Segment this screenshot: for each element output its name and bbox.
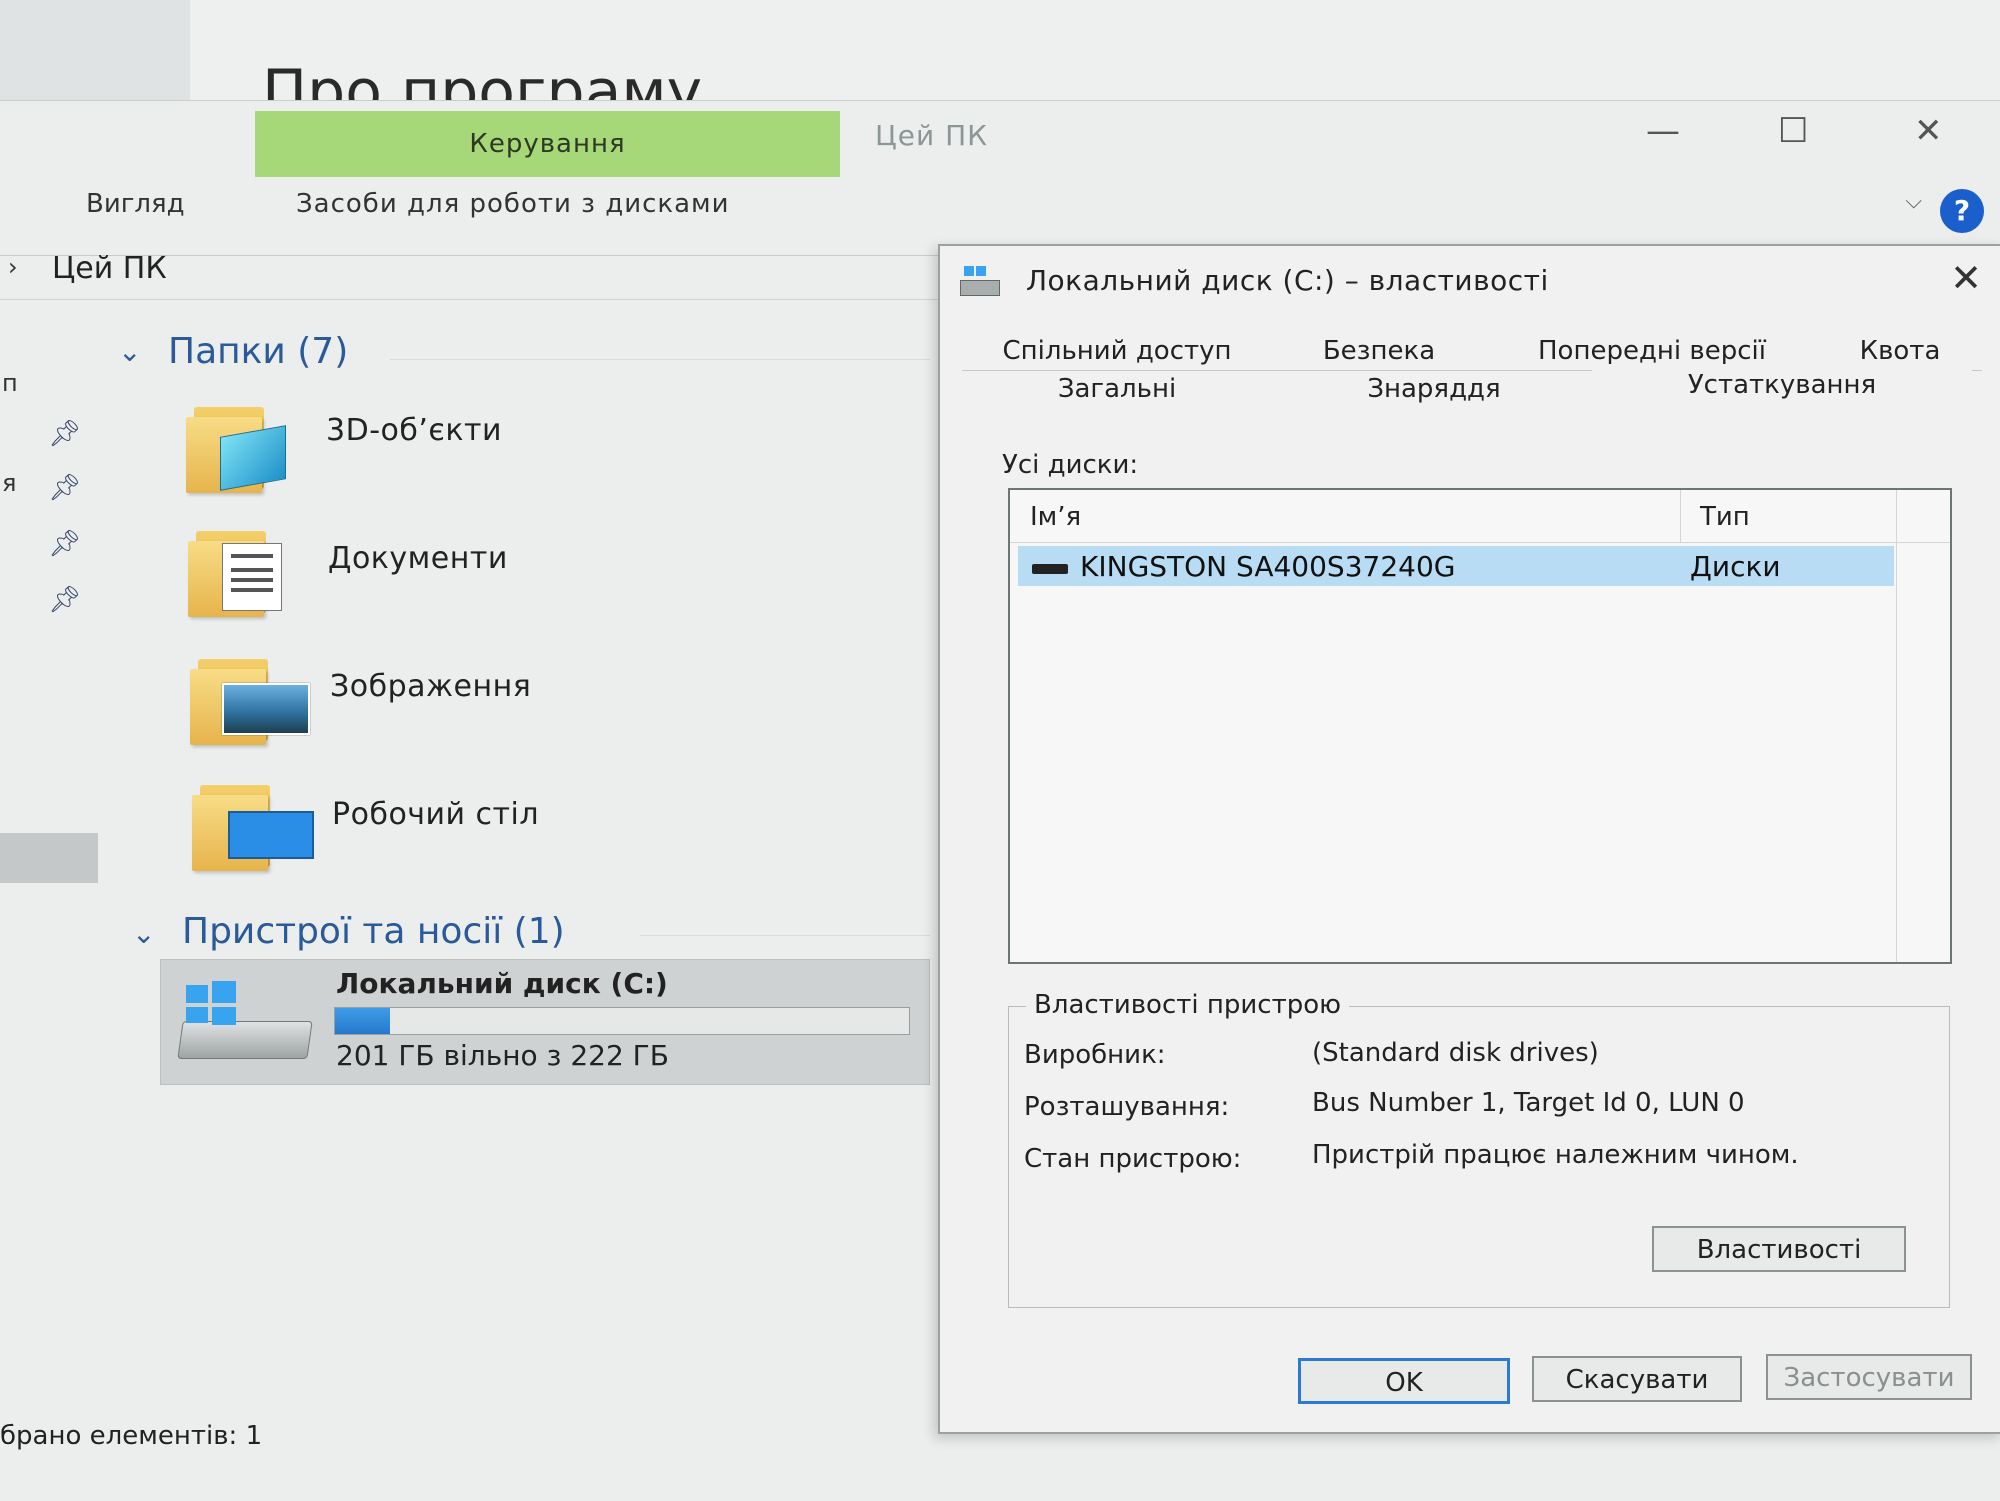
column-divider[interactable] (1896, 490, 1897, 962)
nav-item-fragment[interactable]: я (2, 469, 16, 497)
address-chevron-icon[interactable]: › (8, 253, 18, 281)
folder-label[interactable]: Робочий стіл (332, 797, 539, 832)
manufacturer-value: (Standard disk drives) (1312, 1038, 1599, 1068)
collapse-chevron-icon[interactable]: ⌄ (118, 335, 141, 368)
disk-drive-icon (1032, 564, 1068, 574)
maximize-button[interactable]: ☐ (1778, 111, 1808, 151)
folder-label[interactable]: Документи (328, 541, 508, 576)
device-properties-button[interactable]: Властивості (1652, 1226, 1906, 1272)
location-value: Bus Number 1, Target Id 0, LUN 0 (1312, 1088, 1745, 1118)
pin-icon: 📌︎ (48, 473, 82, 503)
row-disk-type[interactable]: Диски (1690, 550, 1781, 583)
pin-icon: 📌︎ (48, 419, 82, 449)
tab-this-pc[interactable]: Цей ПК (875, 119, 988, 152)
close-button[interactable]: ✕ (1914, 111, 1943, 151)
folder-label[interactable]: Зображення (330, 669, 531, 704)
status-bar-text: брано елементів: 1 (0, 1421, 263, 1451)
device-properties-caption: Властивості пристрою (1026, 990, 1350, 1020)
drive-properties-dialog: Локальний диск (C:) – властивості ✕ Спіл… (938, 244, 2000, 1434)
drive-label[interactable]: Локальний диск (C:) (336, 967, 668, 1000)
folder-3d-objects-icon[interactable] (186, 397, 306, 497)
address-path[interactable]: Цей ПК (52, 251, 167, 286)
pin-icon: 📌︎ (48, 529, 82, 559)
ribbon-expand-chevron-icon[interactable]: ⌵ (1905, 189, 1922, 214)
tab-previous-versions[interactable]: Попередні версії (1502, 336, 1802, 366)
tab-tools[interactable]: Знаряддя (1284, 374, 1584, 404)
tab-sharing[interactable]: Спільний доступ (982, 336, 1252, 366)
all-disks-label: Усі диски: (1002, 450, 1139, 480)
cancel-button[interactable]: Скасувати (1532, 1356, 1742, 1402)
folder-documents-icon[interactable] (188, 521, 308, 621)
device-status-value: Пристрій працює належним чином. (1312, 1140, 1799, 1170)
row-disk-name[interactable]: KINGSTON SA400S37240G (1080, 550, 1455, 583)
tab-general[interactable]: Загальні (962, 374, 1272, 404)
group-divider (390, 359, 930, 360)
minimize-button[interactable]: — (1646, 111, 1680, 151)
dialog-close-button[interactable]: ✕ (1950, 256, 1982, 300)
dialog-title: Локальний диск (C:) – властивості (1026, 264, 1549, 297)
ok-button[interactable]: OK (1298, 1358, 1510, 1404)
collapse-chevron-icon[interactable]: ⌄ (132, 917, 155, 950)
background-window-side (0, 0, 190, 100)
nav-item-selected[interactable] (0, 833, 98, 883)
tab-security[interactable]: Безпека (1274, 336, 1484, 366)
tab-view[interactable]: Вигляд (86, 189, 185, 219)
table-row[interactable]: KINGSTON SA400S37240G Диски (1018, 546, 1894, 586)
column-header-name[interactable]: Ім’я (1030, 502, 1081, 532)
drive-usage-fill (335, 1008, 390, 1034)
folder-desktop-icon[interactable] (192, 775, 314, 875)
location-label: Розташування: (1024, 1092, 1230, 1122)
drive-free-space: 201 ГБ вільно з 222 ГБ (336, 1039, 669, 1072)
column-divider[interactable] (1680, 490, 1681, 542)
tab-manage[interactable]: Керування (255, 111, 840, 177)
device-status-label: Стан пристрою: (1024, 1144, 1242, 1174)
tab-quota[interactable]: Квота (1830, 336, 1970, 366)
list-header (1010, 490, 1950, 543)
group-divider (640, 935, 930, 936)
folder-label[interactable]: 3D-об’єкти (326, 413, 502, 448)
background-window-title: Про програму (262, 57, 703, 100)
group-header-folders[interactable]: Папки (7) (168, 331, 348, 372)
pin-icon: 📌︎ (48, 585, 82, 615)
disks-list[interactable]: Ім’я Тип KINGSTON SA400S37240G Диски (1008, 488, 1952, 964)
group-header-devices[interactable]: Пристрої та носії (1) (182, 911, 565, 952)
drive-icon (960, 266, 1000, 298)
help-button[interactable]: ? (1940, 189, 1984, 233)
nav-item-fragment[interactable]: п (2, 369, 18, 397)
local-disk-icon (177, 981, 313, 1071)
manufacturer-label: Виробник: (1024, 1040, 1166, 1070)
tab-hardware[interactable]: Устаткування (1602, 370, 1962, 400)
folder-pictures-icon[interactable] (190, 649, 310, 749)
column-header-type[interactable]: Тип (1700, 502, 1750, 532)
apply-button[interactable]: Застосувати (1766, 1354, 1972, 1400)
tab-disk-tools[interactable]: Засоби для роботи з дисками (296, 189, 730, 219)
drive-usage-bar (334, 1007, 910, 1035)
